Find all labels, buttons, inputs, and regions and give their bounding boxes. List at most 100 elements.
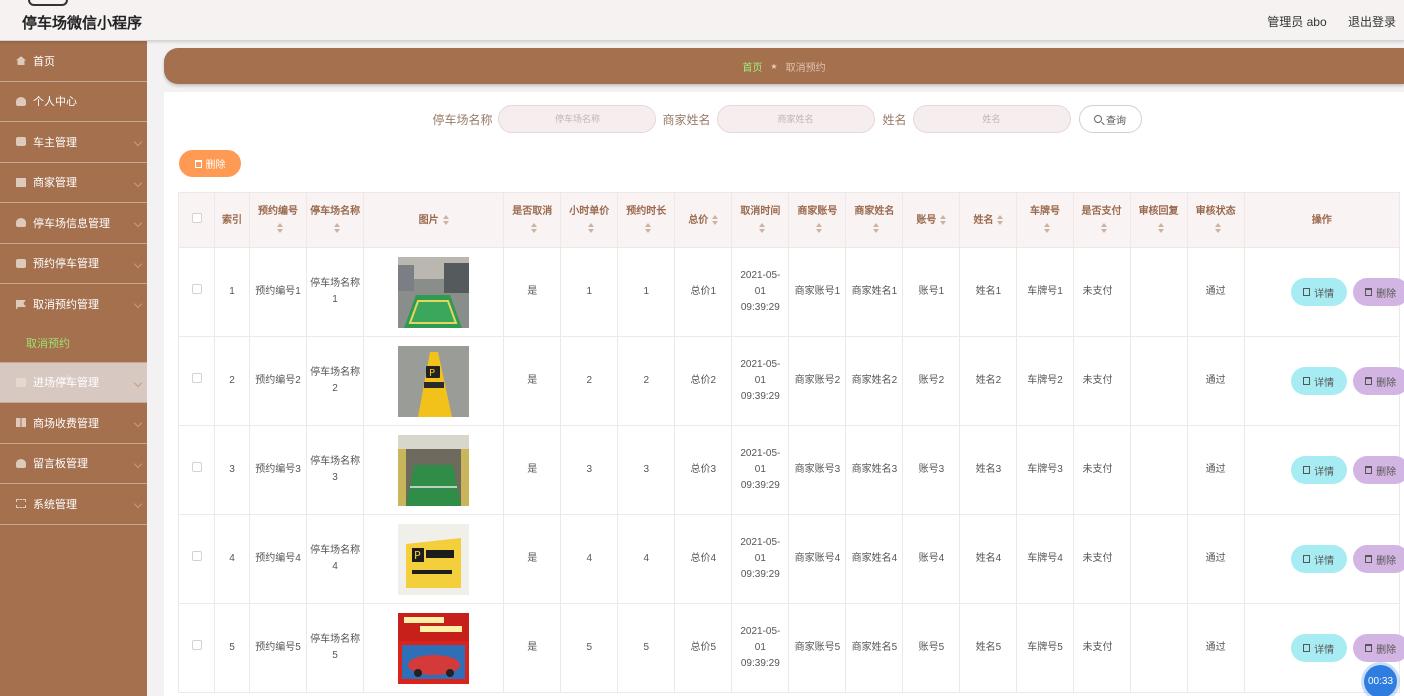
- header-merchant-name[interactable]: 商家姓名: [845, 192, 904, 248]
- user-icon: [16, 96, 26, 106]
- top-header: 停车场微信小程序 管理员 abo 退出登录: [0, 0, 1404, 41]
- frame-icon: [16, 499, 26, 509]
- cell-image[interactable]: P: [363, 514, 505, 604]
- row-select[interactable]: [178, 247, 216, 337]
- sort-icon[interactable]: [759, 223, 766, 234]
- search-button[interactable]: 查询: [1078, 105, 1142, 133]
- cell-image[interactable]: [363, 603, 505, 693]
- sidebar-item-message-board[interactable]: 留言板管理: [0, 444, 147, 484]
- lot-name-input[interactable]: [498, 105, 657, 133]
- header-status[interactable]: 审核状态: [1186, 192, 1245, 248]
- row-select[interactable]: [178, 425, 216, 515]
- header-plate[interactable]: 车牌号: [1016, 192, 1074, 248]
- checkbox-icon[interactable]: [191, 462, 202, 472]
- sidebar-item-reservations[interactable]: 预约停车管理: [0, 244, 147, 284]
- parking-sign-image[interactable]: P: [398, 345, 470, 417]
- delete-button[interactable]: 删除: [1352, 634, 1404, 662]
- detail-button[interactable]: 详情: [1290, 456, 1347, 484]
- parking-space-image[interactable]: [398, 256, 470, 328]
- search-label-merchant-name: 商家姓名: [662, 112, 711, 127]
- detail-button[interactable]: 详情: [1290, 367, 1347, 395]
- checkbox-icon[interactable]: [191, 640, 202, 650]
- sort-icon[interactable]: [712, 214, 719, 225]
- header-total[interactable]: 总价: [674, 192, 733, 248]
- sort-icon[interactable]: [1044, 223, 1050, 234]
- delete-button[interactable]: 删除: [1352, 367, 1404, 395]
- sort-icon[interactable]: [997, 214, 1004, 225]
- merchant-name-input[interactable]: [716, 105, 875, 133]
- sort-icon[interactable]: [1100, 223, 1107, 234]
- detail-button[interactable]: 详情: [1290, 634, 1347, 662]
- bulk-delete-button[interactable]: 删除: [179, 150, 241, 177]
- header-unit-price[interactable]: 小时单价: [560, 192, 619, 248]
- sort-icon[interactable]: [334, 223, 341, 234]
- parking-promo-image[interactable]: [398, 612, 470, 684]
- sort-icon[interactable]: [1157, 223, 1164, 234]
- sort-icon[interactable]: [442, 214, 449, 225]
- sort-icon[interactable]: [277, 223, 284, 234]
- sort-icon[interactable]: [588, 223, 595, 234]
- row-select[interactable]: [178, 336, 216, 426]
- detail-button[interactable]: 详情: [1290, 278, 1347, 306]
- checkbox-icon[interactable]: [191, 212, 202, 223]
- sidebar-item-home[interactable]: 首页: [0, 41, 147, 82]
- delete-button[interactable]: 删除: [1352, 456, 1404, 484]
- header-cancel-time[interactable]: 取消时间: [731, 192, 790, 248]
- sort-icon[interactable]: [645, 223, 652, 234]
- sort-icon[interactable]: [873, 223, 880, 234]
- submenu-item-cancel-reservation[interactable]: 取消预约: [0, 324, 147, 363]
- header-reply[interactable]: 审核回复: [1129, 192, 1188, 248]
- header-account[interactable]: 账号: [902, 192, 961, 248]
- header-order-no[interactable]: 预约编号: [249, 192, 308, 248]
- sort-icon[interactable]: [1214, 223, 1221, 234]
- cell-image[interactable]: [363, 247, 505, 337]
- sidebar-item-system[interactable]: 系统管理: [0, 484, 147, 525]
- data-table: 索引 预约编号 停车场名称 图片 是否取消 小时单价 预约时长 总价 取消时间 …: [178, 192, 1404, 693]
- sidebar-item-merchants[interactable]: 商家管理: [0, 163, 147, 203]
- header-image[interactable]: 图片: [363, 192, 505, 248]
- header-select-all[interactable]: [178, 192, 216, 248]
- cell-lot-name: 停车场名称3: [306, 425, 365, 515]
- cell-merchant-name: 商家姓名1: [845, 247, 904, 337]
- trash-icon: [1365, 466, 1373, 474]
- sidebar-item-personal-center[interactable]: 个人中心: [0, 82, 147, 122]
- search-label-name: 姓名: [882, 112, 907, 127]
- checkbox-icon[interactable]: [191, 284, 202, 294]
- sidebar-item-mall-charges[interactable]: 商场收费管理: [0, 403, 147, 444]
- sidebar-item-cancellations[interactable]: 取消预约管理: [0, 284, 147, 325]
- checkbox-icon[interactable]: [191, 551, 202, 561]
- sidebar-item-entry-parking[interactable]: 进场停车管理: [0, 362, 147, 403]
- grid-icon: [16, 418, 26, 428]
- header-paid[interactable]: 是否支付: [1072, 192, 1131, 248]
- cell-merchant-account: 商家账号2: [788, 336, 847, 426]
- sort-icon[interactable]: [940, 214, 947, 225]
- cell-status: 通过: [1186, 336, 1245, 426]
- header-name[interactable]: 姓名: [959, 192, 1018, 248]
- checkbox-icon[interactable]: [191, 373, 202, 383]
- table-row: 3 预约编号3 停车场名称3 是 3 3 总价3 2021-05-01 09:3…: [178, 425, 1404, 515]
- sidebar-item-car-owners[interactable]: 车主管理: [0, 122, 147, 163]
- breadcrumb-home[interactable]: 首页: [742, 59, 762, 74]
- sort-icon[interactable]: [816, 223, 823, 234]
- delete-button[interactable]: 删除: [1352, 278, 1404, 306]
- header-duration[interactable]: 预约时长: [617, 192, 676, 248]
- detail-button[interactable]: 详情: [1290, 545, 1347, 573]
- cell-reply: [1129, 603, 1188, 693]
- user-icon: [16, 458, 26, 468]
- header-merchant-account[interactable]: 商家账号: [788, 192, 847, 248]
- header-lot-name[interactable]: 停车场名称: [306, 192, 365, 248]
- row-select[interactable]: [178, 514, 216, 604]
- cell-image[interactable]: P: [363, 336, 505, 426]
- garage-image[interactable]: [398, 434, 470, 506]
- delete-button[interactable]: 删除: [1352, 545, 1404, 573]
- cell-duration: 2: [617, 336, 676, 426]
- name-input[interactable]: [912, 105, 1071, 133]
- logout-link[interactable]: 退出登录: [1348, 15, 1396, 29]
- cell-actions: 详情 删除: [1243, 514, 1404, 604]
- sidebar-item-parking-info[interactable]: 停车场信息管理: [0, 203, 147, 244]
- row-select[interactable]: [178, 603, 216, 693]
- sort-icon[interactable]: [531, 223, 538, 234]
- header-cancelled[interactable]: 是否取消: [503, 192, 562, 248]
- reserved-parking-sign-image[interactable]: P: [398, 523, 470, 595]
- cell-image[interactable]: [363, 425, 505, 515]
